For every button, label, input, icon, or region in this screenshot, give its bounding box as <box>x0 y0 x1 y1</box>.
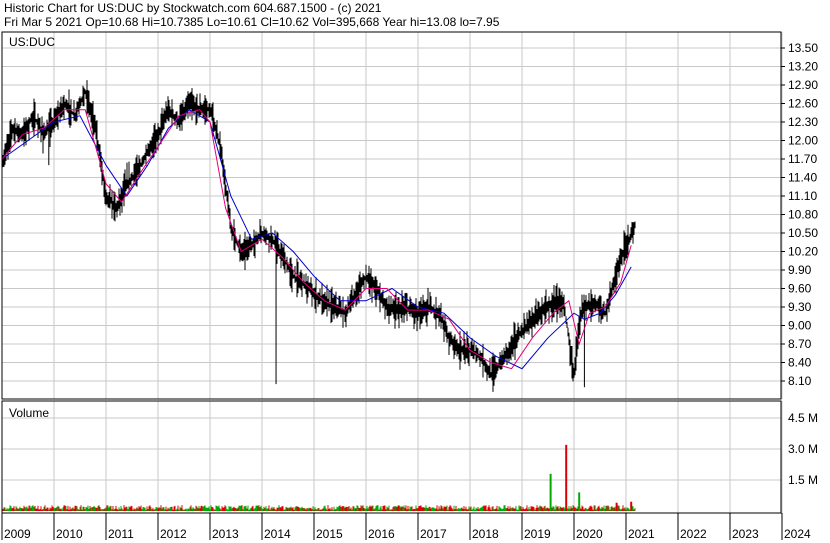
price-tick-label: 11.10 <box>788 189 817 203</box>
volume-bars <box>1 444 636 511</box>
price-y-axis: 13.50 13.20 12.90 12.60 12.30 12.00 11.70 11.40… <box>781 41 818 388</box>
year-tick-label: 2016 <box>368 527 395 541</box>
year-tick-label: 2024 <box>784 527 811 541</box>
price-panel-title: US:DUC <box>9 35 55 49</box>
price-tick-label: 9.30 <box>788 300 812 314</box>
price-grid <box>1 32 783 399</box>
price-tick-label: 8.70 <box>788 337 812 351</box>
price-tick-label: 13.20 <box>788 60 818 74</box>
price-tick-label: 8.40 <box>788 356 812 370</box>
year-tick-label: 2023 <box>732 527 759 541</box>
price-tick-label: 11.40 <box>788 171 817 185</box>
volume-panel-title: Volume <box>9 406 49 420</box>
year-tick-label: 2013 <box>212 527 239 541</box>
year-tick-label: 2014 <box>264 527 291 541</box>
price-tick-label: 12.60 <box>788 97 818 111</box>
price-range-bars <box>1 80 636 392</box>
year-tick-label: 2018 <box>472 527 499 541</box>
moving-average-short-line <box>1 109 632 370</box>
price-tick-label: 10.50 <box>788 226 818 240</box>
year-tick-label: 2020 <box>576 527 603 541</box>
stock-chart: 13.50 13.20 12.90 12.60 12.30 12.00 11.70 11.40… <box>1 31 818 541</box>
year-tick-label: 2010 <box>56 527 83 541</box>
year-tick-label: 2019 <box>524 527 551 541</box>
price-tick-label: 9.00 <box>788 319 812 333</box>
volume-tick-label: 3.0 M <box>788 442 818 456</box>
volume-y-axis: 4.5 M 3.0 M 1.5 M <box>788 411 818 487</box>
year-tick-label: 2011 <box>108 527 134 541</box>
year-tick-label: 2015 <box>316 527 343 541</box>
price-tick-label: 12.90 <box>788 78 818 92</box>
volume-grid <box>1 401 783 513</box>
year-tick-label: 2009 <box>4 527 31 541</box>
price-tick-label: 10.20 <box>788 245 818 259</box>
x-axis: 2009 2010 2011 2012 2013 2014 2015 2016 2017 2018… <box>1 513 811 541</box>
year-tick-label: 2017 <box>420 527 447 541</box>
price-bars <box>1 80 636 392</box>
price-tick-label: 13.50 <box>788 41 818 55</box>
price-tick-label: 9.60 <box>788 282 812 296</box>
year-tick-label: 2012 <box>160 527 187 541</box>
volume-tick-label: 1.5 M <box>788 473 818 487</box>
price-tick-label: 9.90 <box>788 263 812 277</box>
price-tick-label: 8.10 <box>788 374 812 388</box>
price-tick-label: 12.30 <box>788 115 818 129</box>
year-tick-label: 2022 <box>680 527 707 541</box>
price-tick-label: 11.70 <box>788 152 817 166</box>
year-tick-label: 2021 <box>628 527 655 541</box>
price-tick-label: 12.00 <box>788 134 818 148</box>
price-tick-label: 10.80 <box>788 208 818 222</box>
volume-tick-label: 4.5 M <box>788 411 818 425</box>
